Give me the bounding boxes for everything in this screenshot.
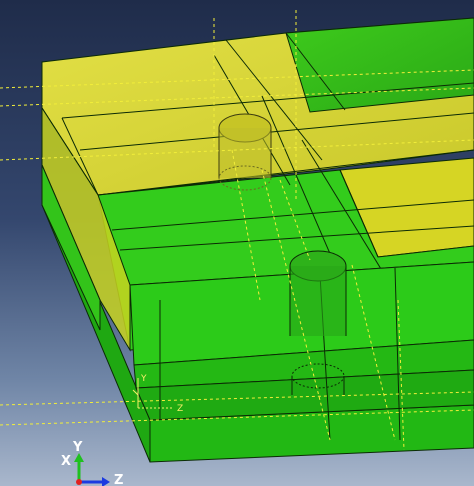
top-back-green-region xyxy=(285,17,474,113)
local-csys-y-label: Y xyxy=(140,374,147,384)
local-csys-z-label: Z xyxy=(177,404,183,414)
viewport-3d[interactable]: Y Z X Y Z xyxy=(0,0,474,486)
triad-y-label: Y xyxy=(72,440,83,455)
triad-x-label: X xyxy=(61,454,71,469)
triad-z-label: Z xyxy=(114,473,123,486)
view-triad: X Y Z xyxy=(61,440,123,486)
triad-x-axis xyxy=(76,479,82,485)
